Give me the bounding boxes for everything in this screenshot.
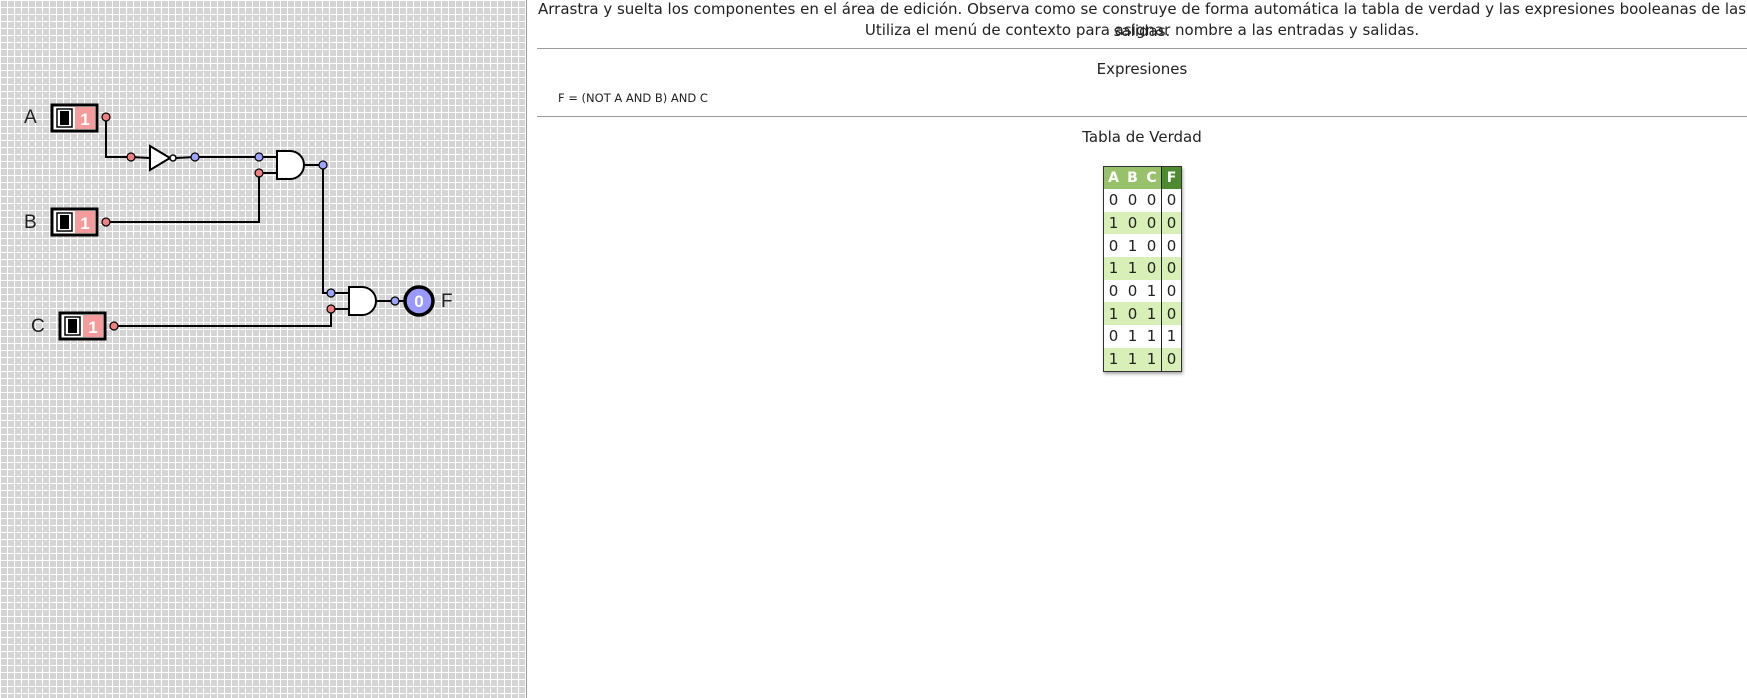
expression-item: F = (NOT A AND B) AND C xyxy=(558,91,708,105)
table-cell: 0 xyxy=(1161,279,1182,303)
output-pin-icon[interactable] xyxy=(318,160,328,170)
table-cell: 1 xyxy=(1103,347,1123,371)
table-cell: 1 xyxy=(1123,325,1142,348)
table-cell: 0 xyxy=(1103,325,1123,348)
input-pin-icon[interactable] xyxy=(254,168,264,178)
table-row: 0 0 0 0 xyxy=(1103,189,1182,212)
output-pin-icon[interactable] xyxy=(101,217,111,227)
table-cell: 0 xyxy=(1123,189,1142,212)
not-gate-icon xyxy=(149,144,172,172)
header-a: A xyxy=(1103,166,1123,189)
header-f: F xyxy=(1161,166,1182,189)
wire-b-to-and1 xyxy=(106,173,260,223)
input-pin-icon[interactable] xyxy=(254,152,264,162)
circuit-canvas[interactable]: A 1 B 1 C 1 0 F xyxy=(0,0,526,698)
table-cell: 1 xyxy=(1103,302,1123,326)
table-cell: 0 xyxy=(1161,189,1182,212)
table-cell: 0 xyxy=(1161,211,1182,235)
input-label: C xyxy=(31,316,45,337)
instructions-line-2: Utiliza el menú de contexto para asignar… xyxy=(864,21,1420,39)
table-cell: 0 xyxy=(1103,234,1123,258)
switch-value: 1 xyxy=(88,318,97,337)
table-cell: 0 xyxy=(1123,279,1142,303)
truth-table: A B C F 0 0 0 0 1 0 0 0 0 1 0 0 1 1 0 0 … xyxy=(1103,166,1182,372)
truth-table-title: Tabla de Verdad xyxy=(1082,128,1202,146)
table-cell: 0 xyxy=(1142,211,1162,235)
table-cell: 1 xyxy=(1103,257,1123,280)
table-cell: 0 xyxy=(1142,257,1162,280)
table-cell: 0 xyxy=(1161,347,1182,371)
output-label: F xyxy=(441,291,453,312)
truth-table-header-row: A B C F xyxy=(1103,166,1182,189)
table-cell: 0 xyxy=(1123,211,1142,235)
divider xyxy=(537,48,1747,49)
table-cell: 1 xyxy=(1123,234,1142,258)
info-panel: Arrastra y suelta los componentes en el … xyxy=(537,0,1747,698)
switch-value: 1 xyxy=(80,110,89,129)
and-gate-icon xyxy=(276,150,305,180)
output-led-f[interactable]: 0 F xyxy=(403,285,453,317)
table-cell: 0 xyxy=(1161,234,1182,258)
circuit-editor-area[interactable]: A 1 B 1 C 1 0 F xyxy=(0,0,527,698)
expressions-title: Expresiones xyxy=(1096,60,1188,78)
and-gate-icon xyxy=(348,286,377,316)
wire-and1-to-and2 xyxy=(322,165,331,294)
table-cell: 1 xyxy=(1103,211,1123,235)
table-cell: 1 xyxy=(1142,347,1162,371)
output-pin-icon[interactable] xyxy=(190,152,200,162)
output-pin-icon[interactable] xyxy=(390,296,400,306)
input-label: B xyxy=(24,212,37,233)
input-switch-c[interactable]: C 1 xyxy=(31,311,119,341)
input-switch-a[interactable]: A 1 xyxy=(24,103,111,133)
table-row: 0 1 1 1 xyxy=(1103,325,1182,348)
table-row: 0 0 1 0 xyxy=(1103,279,1182,303)
table-row: 1 1 0 0 xyxy=(1103,257,1182,280)
table-cell: 0 xyxy=(1103,189,1123,212)
table-row: 1 0 0 0 xyxy=(1103,211,1182,235)
table-row: 0 1 0 0 xyxy=(1103,234,1182,258)
table-cell: 1 xyxy=(1142,302,1162,326)
input-pin-icon[interactable] xyxy=(326,288,336,298)
led-value: 0 xyxy=(414,292,423,311)
wire-c-to-and2 xyxy=(114,309,332,327)
table-cell: 1 xyxy=(1123,347,1142,371)
and-gate-1[interactable] xyxy=(254,150,328,180)
and-gate-2[interactable] xyxy=(326,286,400,316)
table-cell: 0 xyxy=(1161,257,1182,280)
output-pin-icon[interactable] xyxy=(101,112,111,122)
input-switch-b[interactable]: B 1 xyxy=(24,207,111,237)
input-pin-icon[interactable] xyxy=(126,152,136,162)
table-row: 1 1 1 0 xyxy=(1103,347,1182,371)
header-c: C xyxy=(1142,166,1162,189)
table-cell: 0 xyxy=(1142,189,1162,212)
table-row: 1 0 1 0 xyxy=(1103,302,1182,326)
wire-a-to-not xyxy=(105,117,131,158)
input-pin-icon[interactable] xyxy=(326,304,336,314)
table-cell: 0 xyxy=(1142,234,1162,258)
table-cell: 1 xyxy=(1161,325,1182,348)
table-cell: 0 xyxy=(1161,302,1182,326)
header-b: B xyxy=(1123,166,1142,189)
input-label: A xyxy=(24,107,37,128)
not-gate[interactable] xyxy=(126,144,200,172)
divider xyxy=(537,116,1747,117)
output-pin-icon[interactable] xyxy=(109,321,119,331)
table-cell: 0 xyxy=(1123,302,1142,326)
table-cell: 1 xyxy=(1142,325,1162,348)
table-cell: 0 xyxy=(1103,279,1123,303)
table-cell: 1 xyxy=(1123,257,1142,280)
switch-value: 1 xyxy=(80,214,89,233)
table-cell: 1 xyxy=(1142,279,1162,303)
